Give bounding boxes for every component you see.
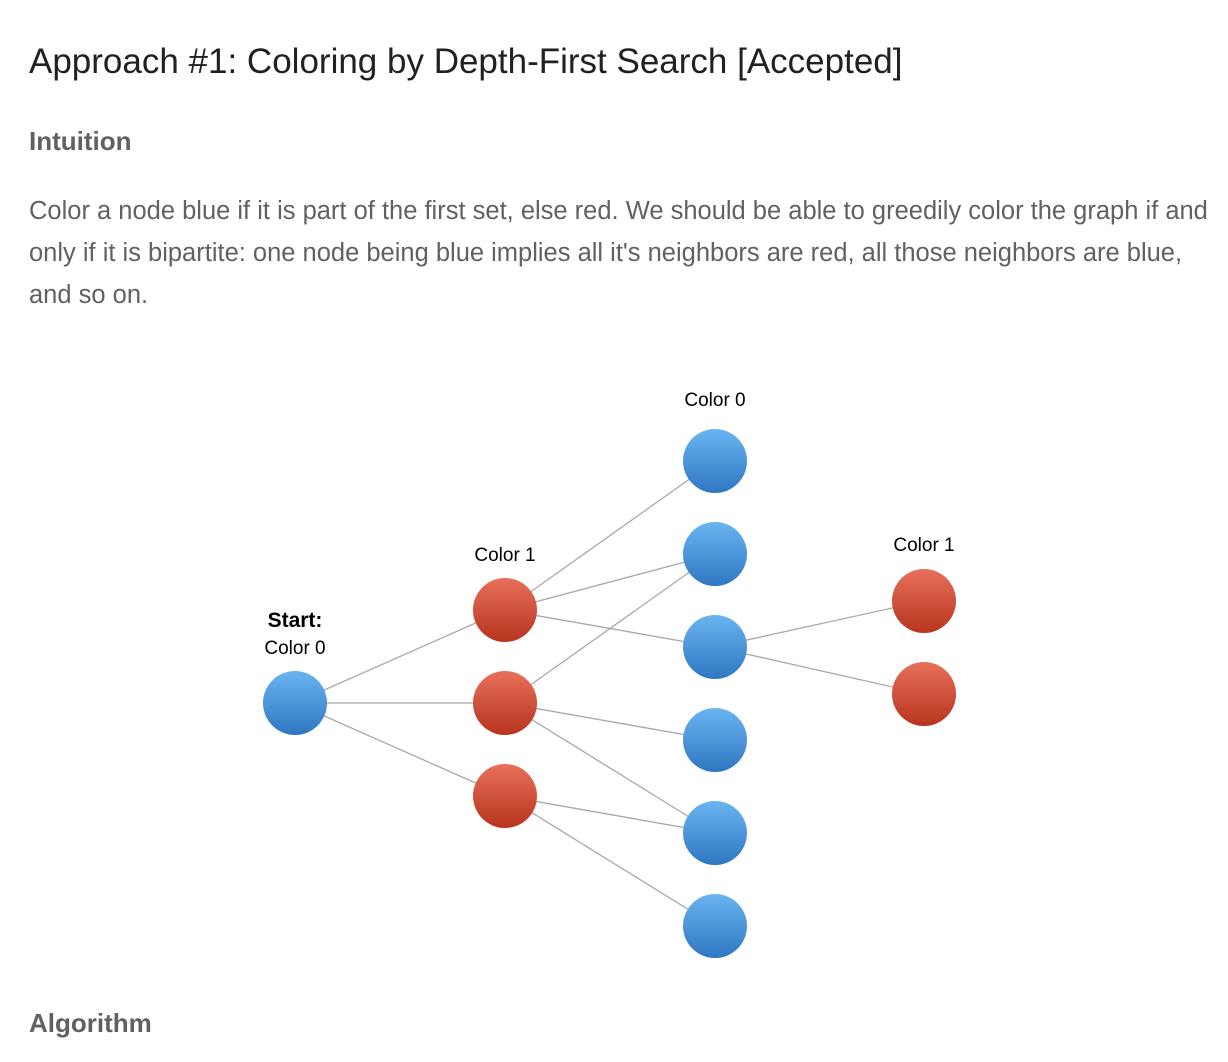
red-node: [473, 671, 537, 735]
red-node: [892, 662, 956, 726]
blue-node: [683, 615, 747, 679]
edge: [504, 553, 716, 611]
edge: [504, 553, 716, 704]
bipartite-graph-figure: Start: Color 0 Color 1 Color 0 Color 1: [263, 390, 956, 958]
graph-labels: Start: Color 0 Color 1 Color 0 Color 1: [264, 390, 954, 659]
blue-node: [683, 894, 747, 958]
edge: [294, 609, 506, 704]
column-3-color-label: Color 1: [893, 535, 954, 556]
blue-node: [683, 801, 747, 865]
start-label: Start:: [268, 609, 323, 632]
red-node: [473, 578, 537, 642]
blue-node: [683, 429, 747, 493]
column-2-color-label: Color 0: [684, 390, 745, 411]
edge: [294, 702, 506, 797]
edge: [504, 460, 716, 611]
blue-node: [683, 522, 747, 586]
edge: [504, 702, 716, 834]
blue-node: [683, 708, 747, 772]
red-node: [473, 764, 537, 828]
column-1-color-label: Color 1: [474, 545, 535, 566]
start-color-label: Color 0: [264, 638, 325, 659]
edge: [714, 646, 925, 695]
red-node: [892, 569, 956, 633]
algorithm-heading: Algorithm: [29, 1008, 152, 1038]
edge: [504, 795, 716, 927]
start-node: [263, 671, 327, 735]
graph-nodes: [263, 429, 956, 958]
edge: [714, 600, 925, 648]
page: Approach #1: Coloring by Depth-First Sea…: [0, 0, 1228, 1062]
graph-edges: [294, 460, 925, 927]
